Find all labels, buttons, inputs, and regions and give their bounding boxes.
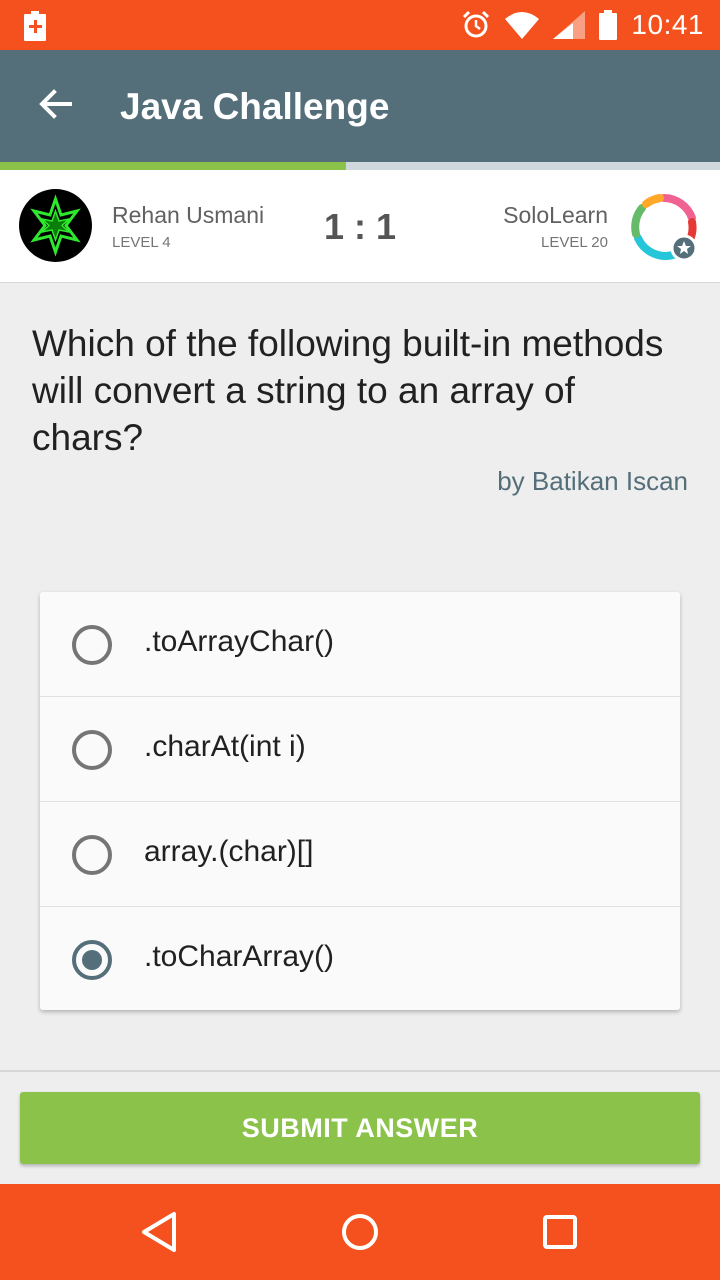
back-triangle-icon[interactable] [136, 1208, 184, 1256]
page-title: Java Challenge [120, 86, 390, 127]
progress-fill [0, 162, 346, 170]
option-2[interactable]: .charAt(int i) [40, 697, 680, 802]
alarm-icon [463, 10, 490, 38]
signal-icon [553, 11, 586, 39]
submit-answer-button[interactable]: SUBMIT ANSWER [20, 1092, 700, 1164]
app-bar: Java Challenge [0, 50, 720, 162]
status-icons: 10:41 [461, 0, 704, 50]
recents-square-icon[interactable] [536, 1208, 584, 1256]
player-right-name: SoloLearn [503, 202, 608, 228]
question-text: Which of the following built-in methods … [32, 323, 664, 458]
home-circle-icon[interactable] [336, 1208, 384, 1256]
arrow-left-icon[interactable] [36, 84, 76, 124]
status-time: 10:41 [631, 9, 704, 40]
option-label: .toArrayChar() [144, 625, 335, 658]
radio-button[interactable] [72, 835, 112, 875]
player-right-level: LEVEL 20 [541, 234, 608, 251]
battery-alert-icon [24, 11, 46, 41]
option-4[interactable]: .toCharArray() [40, 907, 680, 1010]
radio-button[interactable] [72, 730, 112, 770]
match-score: 1 : 1 [323, 206, 397, 247]
navigation-bar [0, 1184, 720, 1280]
option-label: .toCharArray() [144, 940, 335, 973]
option-1[interactable]: .toArrayChar() [40, 592, 680, 697]
sololearn-logo-icon[interactable] [628, 192, 700, 264]
option-3[interactable]: array.(char)[] [40, 802, 680, 907]
challenge-progress-bar [0, 162, 720, 170]
divider [0, 1070, 720, 1072]
battery-icon [599, 10, 618, 40]
radio-button[interactable] [72, 625, 112, 665]
status-bar: 10:41 [0, 0, 720, 50]
radio-button-selected[interactable] [72, 940, 112, 980]
answer-options: .toArrayChar() .charAt(int i) array.(cha… [40, 592, 680, 1010]
wifi-icon [505, 12, 540, 39]
option-label: .charAt(int i) [144, 730, 306, 763]
option-label: array.(char)[] [144, 835, 314, 868]
players-header: Rehan Usmani LEVEL 4 1 : 1 SoloLearn LEV… [0, 170, 720, 283]
question-author: by Batikan Iscan [497, 466, 688, 496]
